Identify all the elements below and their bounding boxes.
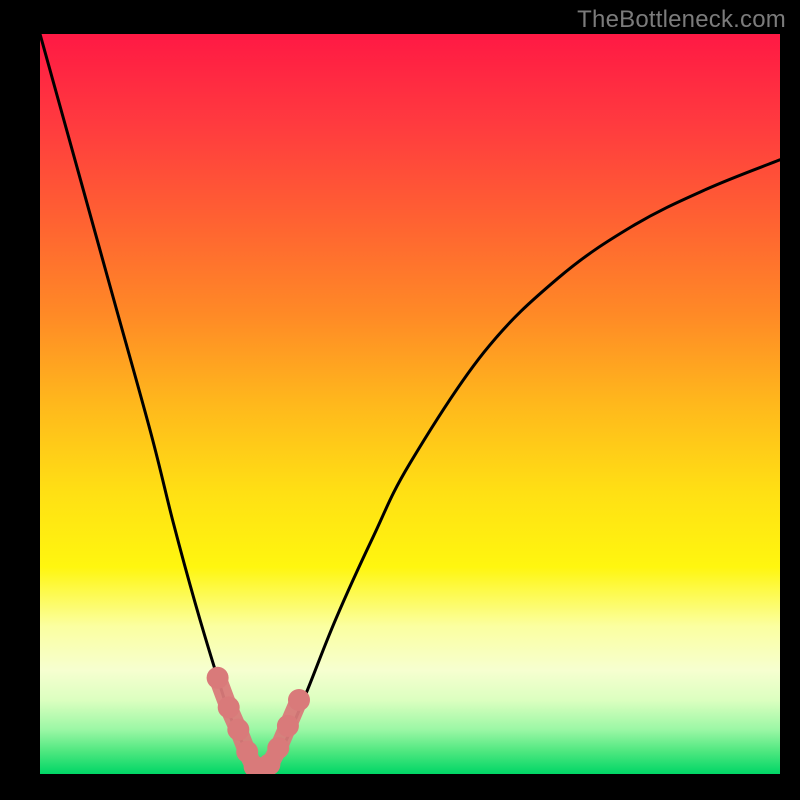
watermark-label: TheBottleneck.com	[577, 6, 786, 34]
chart-canvas: TheBottleneck.com	[0, 0, 800, 800]
plot-area	[40, 34, 780, 774]
plot-svg	[40, 34, 780, 774]
gradient-background	[40, 34, 780, 774]
